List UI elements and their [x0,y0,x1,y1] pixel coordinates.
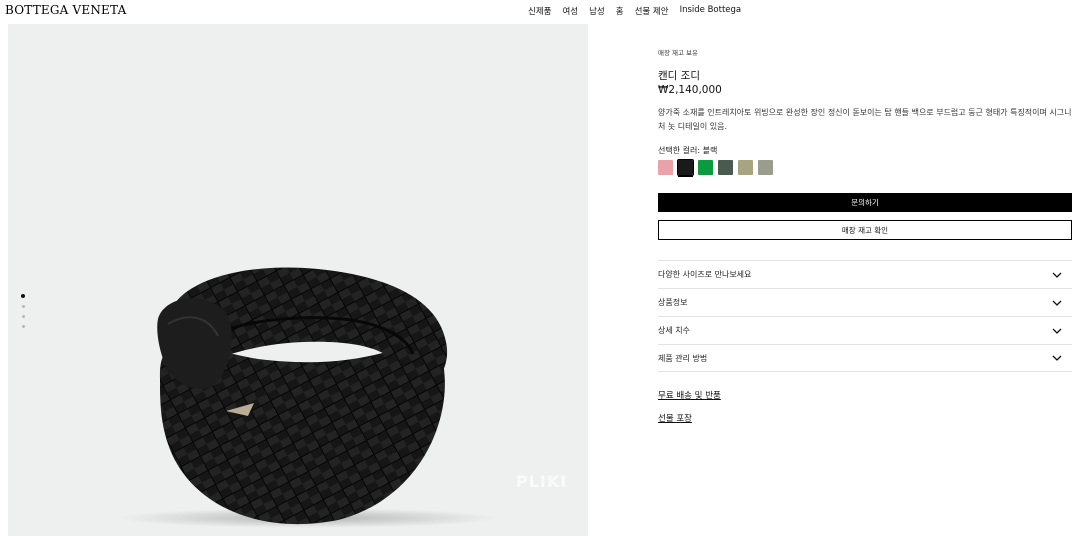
accordion-care[interactable]: 제품 관리 방법 [658,344,1072,372]
color-swatch-black[interactable] [677,159,694,176]
selected-swatch-indicator [678,176,693,177]
accordion-sizes[interactable]: 다양한 사이즈로 만나보세요 [658,260,1072,288]
check-stock-button[interactable]: 매장 재고 확인 [658,220,1072,240]
pager-dot[interactable] [22,315,25,318]
main-nav: 신제품 여성 남성 홈 선물 제안 Inside Bottega [528,5,741,17]
shipping-returns-link[interactable]: 무료 배송 및 반품 [658,389,721,401]
product-description: 양가죽 소재를 인트레치아토 위빙으로 완성한 장인 정신이 돋보이는 탑 핸들… [658,108,1072,131]
accordion-label: 상품정보 [658,298,688,307]
accordion-label: 다양한 사이즈로 만나보세요 [658,270,752,279]
product-image[interactable]: PLIKI [8,24,588,536]
brand-logo[interactable]: BOTTEGA VENETA [5,3,126,17]
color-swatches [658,159,773,176]
chevron-down-icon [1052,298,1062,308]
image-pager [21,294,27,335]
nav-item-women[interactable]: 여성 [562,5,578,17]
color-swatch-dark-green[interactable] [718,160,733,175]
nav-item-inside-bottega[interactable]: Inside Bottega [680,5,742,17]
accordion-label: 제품 관리 방법 [658,353,708,363]
nav-item-men[interactable]: 남성 [589,5,605,17]
product-name: 캔디 조디 [658,70,700,82]
watermark: PLIKI [516,472,568,491]
pager-dot[interactable] [21,294,25,298]
nav-item-new[interactable]: 신제품 [528,5,551,17]
nav-item-home[interactable]: 홈 [616,5,624,17]
gift-wrap-link[interactable]: 선물 포장 [658,412,692,424]
accordion-dimensions[interactable]: 상세 치수 [658,316,1072,344]
accordion-product-info[interactable]: 상품정보 [658,288,1072,316]
inquire-button[interactable]: 문의하기 [658,193,1072,212]
selected-color-label: 선택한 컬러: 블랙 [658,146,718,155]
color-swatch-olive[interactable] [738,160,753,175]
chevron-down-icon [1052,270,1062,280]
pager-dot[interactable] [22,325,25,328]
site-header: BOTTEGA VENETA 신제품 여성 남성 홈 선물 제안 Inside … [0,0,1080,22]
chevron-down-icon [1052,326,1062,336]
product-price: ₩2,140,000 [658,84,722,96]
stock-status: 매장 재고 보유 [658,49,699,57]
pager-dot[interactable] [22,305,25,308]
nav-item-gifts[interactable]: 선물 제안 [635,5,669,17]
color-swatch-pink[interactable] [658,160,673,175]
accordion-label: 상세 치수 [658,326,690,335]
chevron-down-icon [1052,353,1062,363]
handbag-illustration [118,267,498,528]
color-swatch-green[interactable] [698,160,713,175]
info-accordion: 다양한 사이즈로 만나보세요 상품정보 상세 치수 제품 관리 방법 [658,260,1072,372]
color-swatch-grey[interactable] [758,160,773,175]
